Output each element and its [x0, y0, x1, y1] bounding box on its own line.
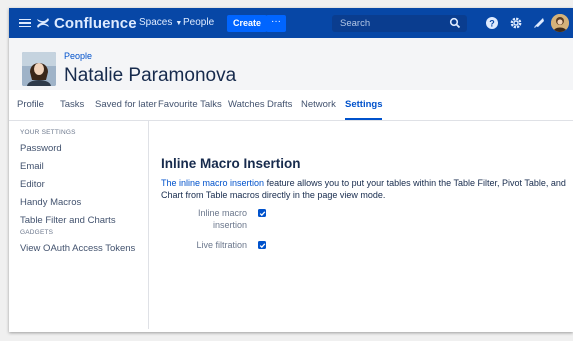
tab-tasks[interactable]: Tasks — [60, 90, 84, 120]
search-icon[interactable] — [449, 17, 461, 29]
confluence-logo-icon — [37, 18, 49, 28]
sidebar-item-email[interactable]: Email — [20, 161, 44, 172]
search-input[interactable] — [340, 17, 440, 30]
page-title: Natalie Paramonova — [64, 65, 237, 86]
your-settings-heading: YOUR SETTINGS — [20, 129, 76, 136]
create-button[interactable]: Create — [227, 15, 268, 32]
menu-icon[interactable] — [19, 8, 31, 38]
app-window: Confluence Spaces▼ People Create ··· ? — [9, 8, 573, 332]
checkmark-icon — [259, 242, 265, 248]
tab-favourite-talks[interactable]: Favourite Talks — [158, 90, 222, 120]
confluence-logo[interactable]: Confluence — [36, 8, 137, 38]
profile-tabs: Profile Tasks Saved for later Favourite … — [9, 90, 573, 121]
gear-icon[interactable] — [509, 16, 523, 30]
help-icon[interactable]: ? — [485, 16, 499, 30]
tab-profile[interactable]: Profile — [17, 90, 44, 120]
spaces-label: Spaces — [139, 17, 173, 28]
breadcrumb-people[interactable]: People — [64, 51, 92, 61]
spaces-menu[interactable]: Spaces ▼ — [139, 8, 182, 39]
create-more-button[interactable]: ··· — [266, 15, 286, 32]
sidebar-item-table-filter-and-charts[interactable]: Table Filter and Charts — [20, 215, 116, 226]
sidebar-divider — [148, 121, 149, 329]
search-box[interactable] — [332, 15, 467, 32]
tab-network[interactable]: Network — [301, 90, 336, 120]
section-description: The inline macro insertion feature allow… — [161, 177, 566, 201]
tab-saved-for-later[interactable]: Saved for later — [95, 90, 157, 120]
inline-macro-insertion-label: Inline macro insertion — [197, 208, 247, 230]
sidebar-item-editor[interactable]: Editor — [20, 179, 45, 190]
chevron-down-icon: ▼ — [175, 20, 183, 27]
inline-macro-insertion-link[interactable]: The inline macro insertion — [161, 178, 264, 188]
people-link[interactable]: People — [183, 8, 214, 38]
gadgets-heading: GADGETS — [20, 229, 54, 236]
live-filtration-label: Live filtration — [196, 240, 247, 250]
sidebar-item-view-oauth-access-tokens[interactable]: View OAuth Access Tokens — [20, 243, 135, 254]
notification-icon[interactable] — [532, 16, 546, 30]
svg-text:?: ? — [489, 18, 495, 28]
top-navigation-bar: Confluence Spaces▼ People Create ··· ? — [9, 8, 573, 38]
profile-avatar[interactable] — [22, 52, 56, 86]
tab-settings[interactable]: Settings — [345, 90, 383, 120]
settings-sidebar: YOUR SETTINGS Password Email Editor Hand… — [9, 121, 149, 332]
sidebar-item-handy-macros[interactable]: Handy Macros — [20, 197, 81, 208]
inline-macro-insertion-checkbox[interactable] — [258, 209, 266, 217]
tab-drafts[interactable]: Drafts — [267, 90, 292, 120]
profile-header: People Natalie Paramonova — [9, 38, 573, 90]
section-title: Inline Macro Insertion — [161, 156, 301, 171]
live-filtration-checkbox[interactable] — [258, 241, 266, 249]
checkmark-icon — [259, 210, 265, 216]
app-name: Confluence — [54, 14, 137, 32]
user-avatar[interactable] — [551, 14, 569, 32]
tab-watches[interactable]: Watches — [228, 90, 265, 120]
sidebar-item-password[interactable]: Password — [20, 143, 62, 154]
